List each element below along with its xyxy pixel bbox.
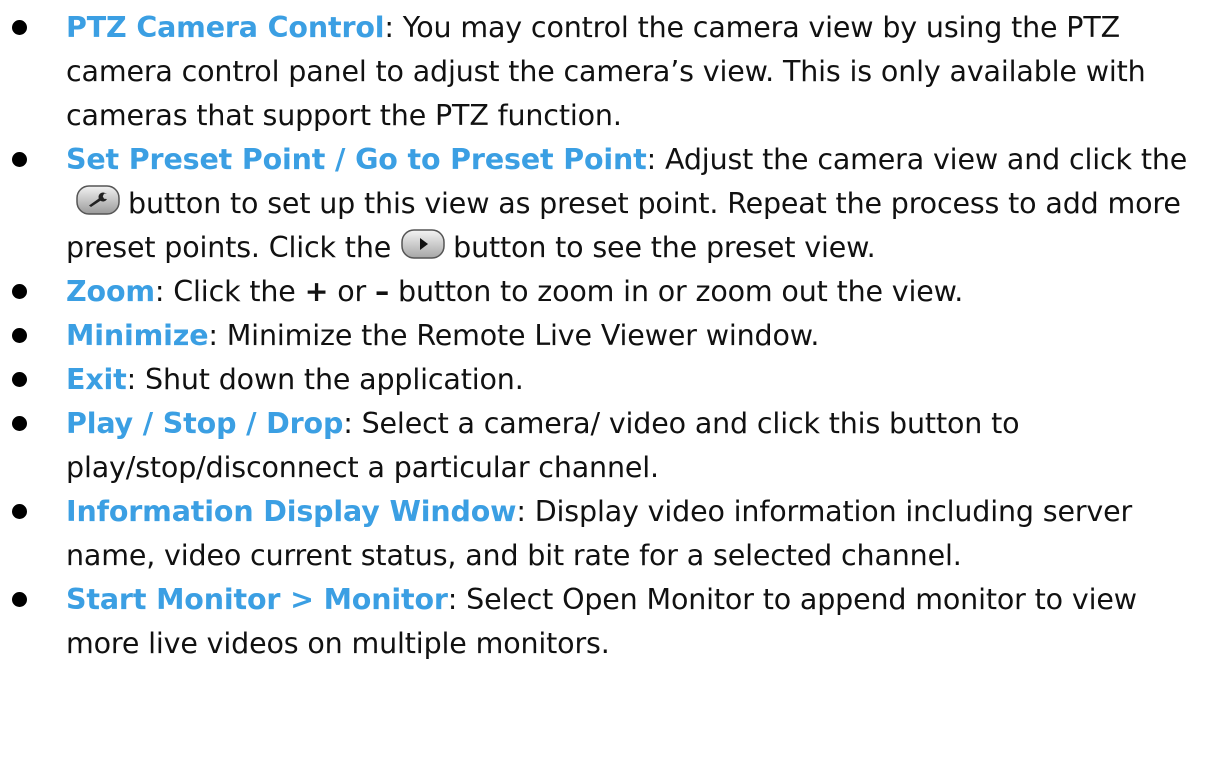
description-zoom-part-3: button to zoom in or zoom out the view. [389, 275, 964, 308]
bullet-dot [12, 328, 27, 343]
bullet-dot [12, 152, 27, 167]
bullet-dot [12, 284, 27, 299]
list-item-exit: Exit: Shut down the application. [0, 358, 1219, 402]
term-start-monitor: Start Monitor > Monitor [66, 583, 448, 616]
term-set-preset-point: Set Preset Point / Go to Preset Point [66, 143, 647, 176]
bullet-dot [12, 592, 27, 607]
bullet-dot [12, 372, 27, 387]
bullet-dot [12, 416, 27, 431]
term-play-stop-drop: Play / Stop / Drop [66, 407, 344, 440]
term-information-display-window: Information Display Window [66, 495, 517, 528]
list-item-play-stop-drop: Play / Stop / Drop: Select a camera/ vid… [0, 402, 1219, 490]
list-item-minimize: Minimize: Minimize the Remote Live Viewe… [0, 314, 1219, 358]
zoom-out-minus-symbol: – [375, 275, 390, 308]
description-zoom-part-2: or [328, 275, 376, 308]
list-item-information-display-window: Information Display Window: Display vide… [0, 490, 1219, 578]
bullet-dot [12, 20, 27, 35]
document-body: PTZ Camera Control: You may control the … [0, 6, 1219, 666]
set-preset-wrench-icon [76, 185, 120, 215]
list-item-set-preset-point: Set Preset Point / Go to Preset Point: A… [0, 138, 1219, 270]
term-zoom: Zoom [66, 275, 155, 308]
go-to-preset-play-icon [401, 229, 445, 259]
term-ptz-camera-control: PTZ Camera Control [66, 11, 385, 44]
term-exit: Exit [66, 363, 127, 396]
bullet-dot [12, 504, 27, 519]
description-set-preset-point-part-3: button to see the preset view. [453, 231, 876, 264]
feature-bullet-list: PTZ Camera Control: You may control the … [0, 6, 1219, 666]
description-zoom-part-1: : Click the [154, 275, 305, 308]
list-item-ptz-camera-control: PTZ Camera Control: You may control the … [0, 6, 1219, 138]
description-exit: : Shut down the application. [126, 363, 524, 396]
term-minimize: Minimize [66, 319, 209, 352]
list-item-zoom: Zoom: Click the + or – button to zoom in… [0, 270, 1219, 314]
zoom-in-plus-symbol: + [304, 275, 329, 308]
description-set-preset-point-part-1: : Adjust the camera view and click the [646, 143, 1188, 176]
description-minimize: : Minimize the Remote Live Viewer window… [208, 319, 820, 352]
list-item-start-monitor: Start Monitor > Monitor: Select Open Mon… [0, 578, 1219, 666]
